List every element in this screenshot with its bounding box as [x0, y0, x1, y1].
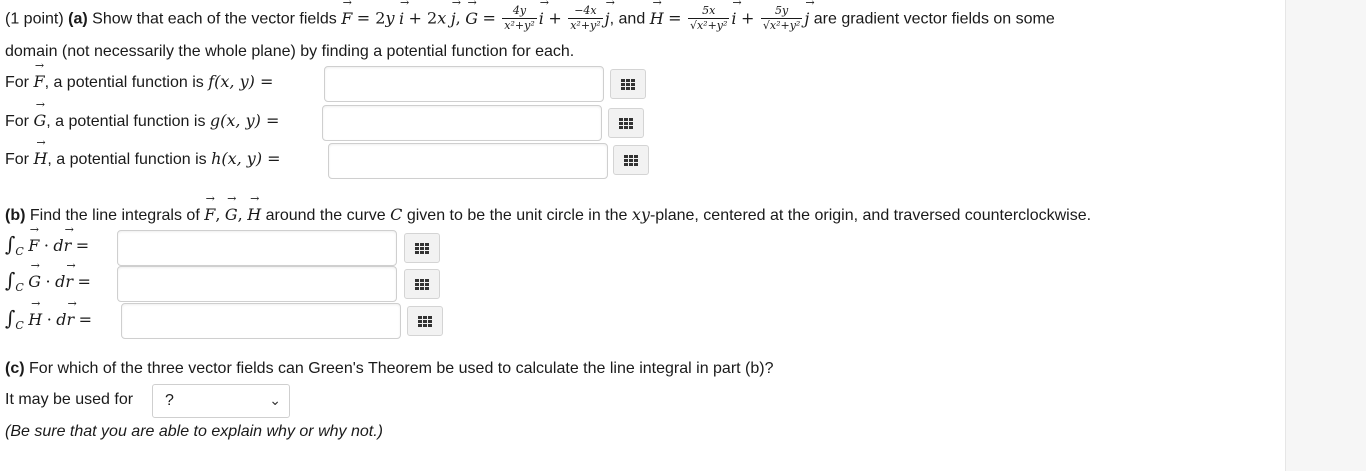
- problem-statement-line-2: domain (not necessarily the whole plane)…: [5, 43, 575, 60]
- potential-h-input[interactable]: [328, 143, 608, 179]
- row-text: , a potential function is: [44, 74, 209, 91]
- function-label-g: g(x, y) =: [209, 111, 280, 130]
- integral-f-input[interactable]: [117, 230, 397, 266]
- matrix-grid-icon[interactable]: [407, 306, 443, 336]
- function-label-h: h(x, y) =: [211, 149, 281, 168]
- statement-tail: are gradient vector fields on some: [813, 10, 1055, 28]
- function-label-f: f(x, y) =: [208, 72, 274, 91]
- chevron-down-icon: ⌄: [269, 392, 281, 408]
- potential-f-input[interactable]: [324, 66, 604, 102]
- part-c-text: For which of the three vector fields can…: [29, 360, 774, 377]
- potential-row-h: For H, a potential function is h(x, y) =: [5, 136, 281, 169]
- part-b-text1: Find the line integrals of: [29, 207, 200, 224]
- part-b-text3: given to be the unit circle in the: [406, 207, 628, 224]
- and-word: , and: [609, 10, 646, 28]
- field-symbol-h: H: [33, 136, 47, 168]
- explanation-note: (Be sure that you are able to explain wh…: [5, 423, 383, 440]
- integral-field-g: G: [28, 259, 41, 291]
- potential-g-input[interactable]: [322, 105, 602, 141]
- integral-field-h: H: [28, 297, 42, 329]
- integral-label-f: ∫C F · dr =: [5, 223, 89, 258]
- points-label: (1 point): [5, 10, 64, 28]
- part-b-statement: (b) Find the line integrals of F, G, H a…: [5, 192, 1092, 225]
- field-symbol-f: F: [33, 59, 44, 91]
- part-b-text2: around the curve: [265, 207, 386, 224]
- row-prefix: For: [5, 74, 34, 91]
- integral-label-h: ∫C H · dr =: [5, 297, 92, 332]
- select-value: ?: [165, 392, 174, 409]
- plane-variable: xy: [631, 205, 650, 224]
- part-c-label: (c): [5, 360, 25, 377]
- row-prefix: For: [5, 151, 34, 168]
- part-b-label: (b): [5, 207, 26, 224]
- matrix-grid-icon[interactable]: [610, 69, 646, 99]
- integral-field-f: F: [28, 223, 39, 255]
- matrix-grid-icon[interactable]: [404, 269, 440, 299]
- row-text: , a potential function is: [47, 151, 212, 168]
- matrix-grid-icon[interactable]: [608, 108, 644, 138]
- select-label: It may be used for: [5, 391, 134, 408]
- greens-theorem-select[interactable]: ? ⌄: [152, 384, 290, 418]
- potential-row-f: For F, a potential function is f(x, y) =: [5, 59, 274, 92]
- part-c-question: (c) For which of the three vector fields…: [5, 360, 774, 378]
- integral-label-g: ∫C G · dr =: [5, 259, 91, 294]
- right-margin-panel: [1285, 0, 1366, 471]
- matrix-grid-icon[interactable]: [613, 145, 649, 175]
- part-a-label: (a): [68, 10, 88, 28]
- integral-h-input[interactable]: [121, 303, 401, 339]
- field-symbol-g: G: [33, 98, 46, 130]
- row-text: , a potential function is: [46, 113, 210, 130]
- row-prefix: For: [5, 113, 34, 130]
- matrix-grid-icon[interactable]: [404, 233, 440, 263]
- problem-statement-line-1: (1 point) (a) Show that each of the vect…: [5, 0, 1055, 33]
- part-b-text4: -plane, centered at the origin, and trav…: [649, 207, 1092, 224]
- part-a-text: Show that each of the vector fields: [92, 10, 337, 28]
- potential-row-g: For G, a potential function is g(x, y) =: [5, 98, 280, 131]
- integral-g-input[interactable]: [117, 266, 397, 302]
